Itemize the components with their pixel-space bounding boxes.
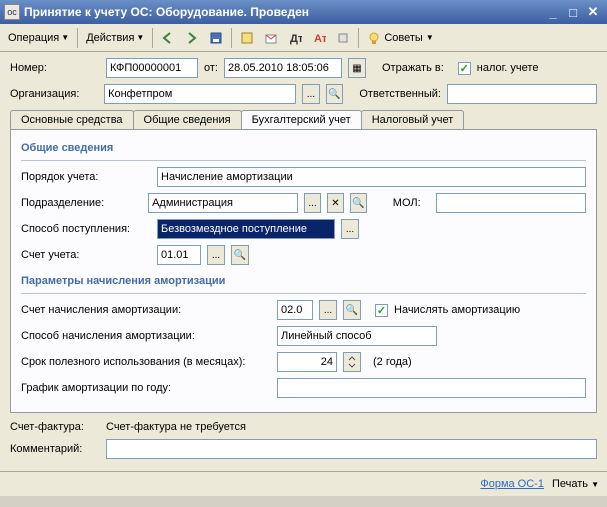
schet-nach-field[interactable]	[277, 300, 313, 320]
mol-label: МОЛ:	[393, 197, 430, 209]
podrazd-search-button[interactable]: 🔍	[350, 193, 367, 213]
separator	[231, 28, 232, 48]
svg-text:Дт: Дт	[290, 33, 302, 45]
svg-text:Ат: Ат	[314, 33, 326, 45]
window-title: Принятие к учету ОС: Оборудование. Прове…	[24, 5, 543, 19]
toolbar: Операция ▼ Действия ▼ Дт Ат Советы ▼	[0, 24, 607, 52]
schet-nach-label: Счет начисления амортизации:	[21, 304, 271, 316]
sf-label: Счет-фактура:	[10, 421, 100, 433]
srok-label: Срок полезного использования (в месяцах)…	[21, 356, 271, 368]
nalog-checkbox[interactable]	[458, 62, 471, 75]
back-button[interactable]	[157, 27, 179, 49]
number-field[interactable]	[106, 58, 198, 78]
nachislyat-checkbox[interactable]	[375, 304, 388, 317]
org-search-button[interactable]: 🔍	[326, 84, 344, 104]
comment-field[interactable]	[106, 439, 597, 459]
schet-field[interactable]	[157, 245, 201, 265]
sposob-select-button[interactable]: ...	[341, 219, 359, 239]
chevron-down-icon: ▼	[136, 33, 144, 42]
schet-nach-select-button[interactable]: ...	[319, 300, 337, 320]
number-label: Номер:	[10, 62, 100, 74]
tab-osnovnye[interactable]: Основные средства	[10, 110, 134, 129]
separator	[77, 28, 78, 48]
date-picker-button[interactable]: ▦	[348, 58, 366, 78]
save-button[interactable]	[205, 27, 227, 49]
section1-title: Общие сведения	[21, 142, 586, 154]
sovety-button[interactable]: Советы ▼	[363, 29, 437, 47]
tool-button-1[interactable]	[236, 27, 258, 49]
maximize-button[interactable]: □	[563, 3, 583, 21]
org-label: Организация:	[10, 88, 98, 100]
close-button[interactable]: ✕	[583, 3, 603, 21]
tabs: Основные средства Общие сведения Бухгалт…	[10, 110, 597, 129]
tool-button-3[interactable]: Дт	[284, 27, 306, 49]
grafik-field[interactable]	[277, 378, 586, 398]
srok-hint: (2 года)	[373, 356, 412, 368]
chevron-down-icon: ▼	[61, 33, 69, 42]
sposob-nach-field[interactable]	[277, 326, 437, 346]
tab-nalog[interactable]: Налоговый учет	[361, 110, 465, 129]
ot-label: от:	[204, 62, 218, 74]
podrazd-label: Подразделение:	[21, 197, 142, 209]
tab-panel: Общие сведения Порядок учета: Подразделе…	[10, 129, 597, 413]
comment-label: Комментарий:	[10, 443, 100, 455]
mol-field[interactable]	[436, 193, 586, 213]
sposob-nach-label: Способ начисления амортизации:	[21, 330, 271, 342]
schet-select-button[interactable]: ...	[207, 245, 225, 265]
reflect-label: Отражать в:	[382, 62, 444, 74]
podrazd-field[interactable]	[148, 193, 298, 213]
tab-bukh[interactable]: Бухгалтерский учет	[241, 110, 362, 129]
podrazd-select-button[interactable]: ...	[304, 193, 321, 213]
separator	[152, 28, 153, 48]
app-icon: ос	[4, 4, 20, 20]
operation-label: Операция	[8, 32, 59, 44]
nalog-label: налог. учете	[477, 62, 539, 74]
poryadok-label: Порядок учета:	[21, 171, 151, 183]
resp-label: Ответственный:	[359, 88, 441, 100]
separator	[358, 28, 359, 48]
srok-spinner-button[interactable]	[343, 352, 361, 372]
section-divider	[21, 293, 586, 294]
tool-button-4[interactable]: Ат	[308, 27, 330, 49]
chevron-down-icon: ▼	[591, 480, 599, 489]
sf-value: Счет-фактура не требуется	[106, 421, 246, 433]
section-divider	[21, 160, 586, 161]
sposob-label: Способ поступления:	[21, 223, 151, 235]
resp-field[interactable]	[447, 84, 597, 104]
sposob-field[interactable]	[157, 219, 335, 239]
sovety-label: Советы	[384, 32, 422, 44]
titlebar: ос Принятие к учету ОС: Оборудование. Пр…	[0, 0, 607, 24]
forma-link[interactable]: Форма ОС-1	[476, 476, 548, 492]
section2-title: Параметры начисления амортизации	[21, 275, 586, 287]
srok-field[interactable]	[277, 352, 337, 372]
actions-menu[interactable]: Действия ▼	[82, 30, 148, 46]
schet-search-button[interactable]: 🔍	[231, 245, 249, 265]
poryadok-field[interactable]	[157, 167, 586, 187]
schet-nach-search-button[interactable]: 🔍	[343, 300, 361, 320]
org-select-button[interactable]: ...	[302, 84, 320, 104]
lightbulb-icon	[367, 31, 381, 45]
minimize-button[interactable]: _	[543, 3, 563, 21]
print-label: Печать	[552, 478, 588, 490]
org-field[interactable]	[104, 84, 296, 104]
nachislyat-label: Начислять амортизацию	[394, 304, 520, 316]
podrazd-clear-button[interactable]: ✕	[327, 193, 344, 213]
operation-menu[interactable]: Операция ▼	[4, 30, 73, 46]
actions-label: Действия	[86, 32, 134, 44]
forward-button[interactable]	[181, 27, 203, 49]
tool-button-2[interactable]	[260, 27, 282, 49]
print-menu[interactable]: Печать ▼	[552, 478, 599, 490]
tool-button-5[interactable]	[332, 27, 354, 49]
grafik-label: График амортизации по году:	[21, 382, 271, 394]
content-area: Номер: от: ▦ Отражать в: налог. учете Ор…	[0, 52, 607, 471]
chevron-down-icon: ▼	[426, 33, 434, 42]
tab-obschie[interactable]: Общие сведения	[133, 110, 242, 129]
schet-label: Счет учета:	[21, 249, 151, 261]
footer: Форма ОС-1 Печать ▼	[0, 471, 607, 496]
date-field[interactable]	[224, 58, 342, 78]
